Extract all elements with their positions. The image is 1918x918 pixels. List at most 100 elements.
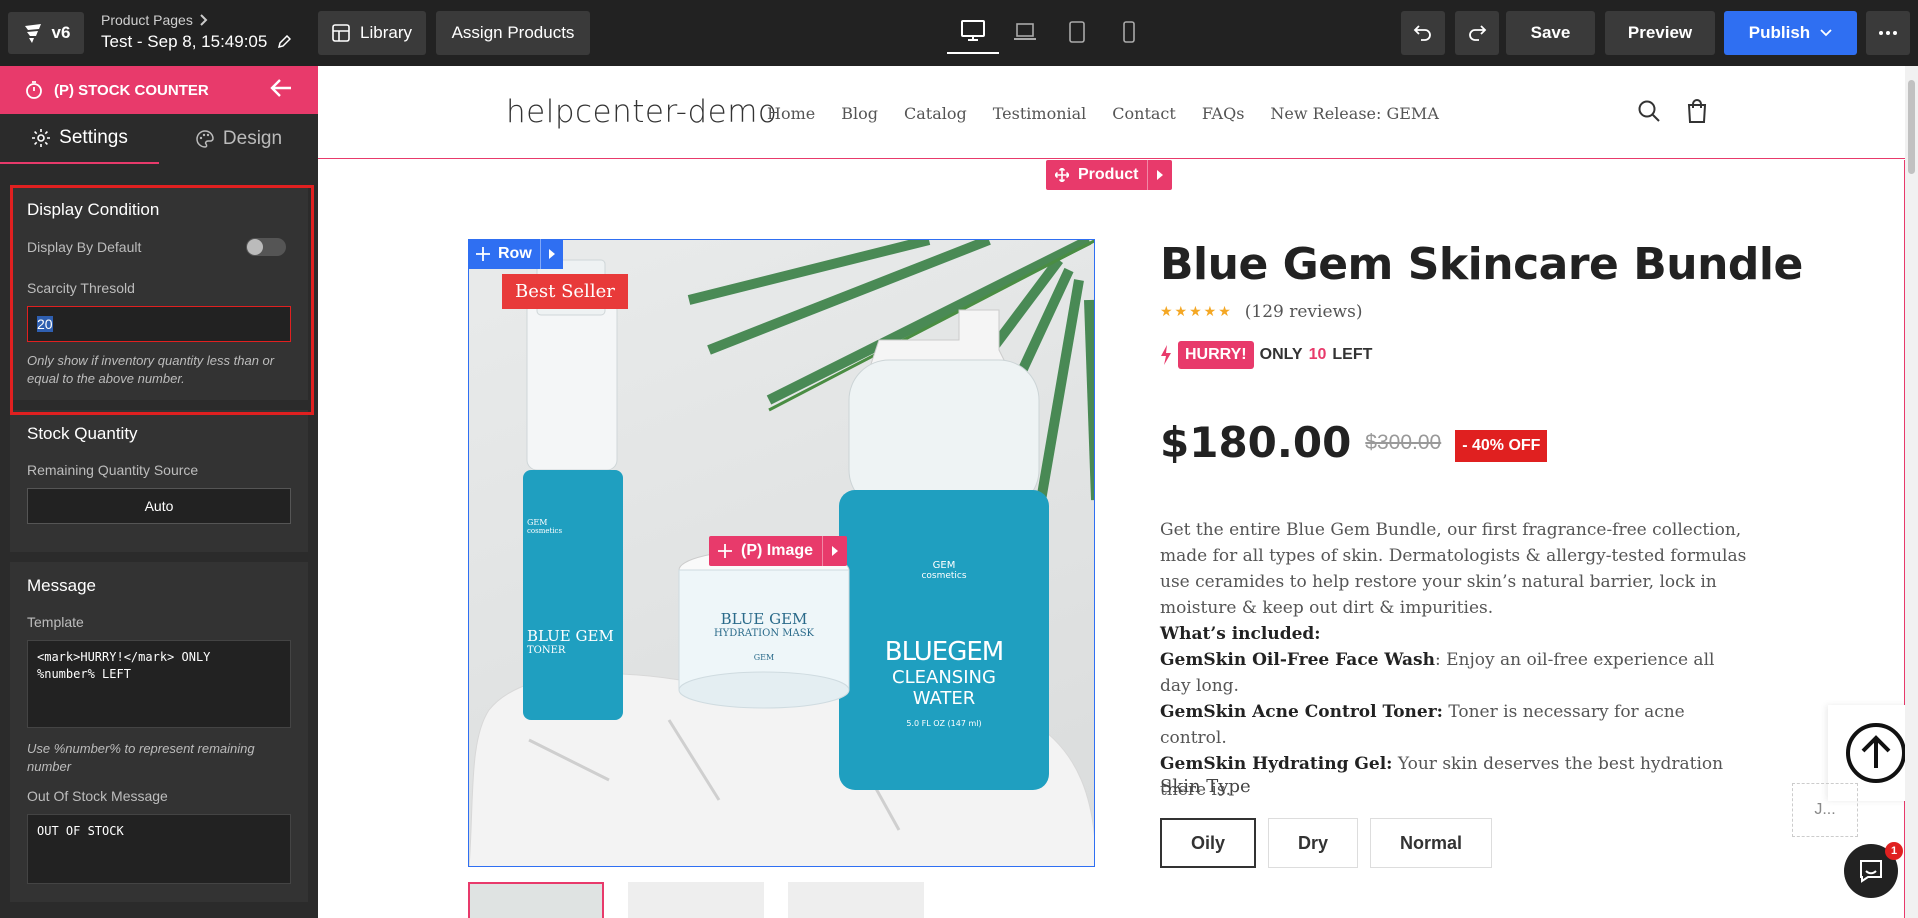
thumbnail-1[interactable] bbox=[468, 882, 604, 918]
product-title: Blue Gem Skincare Bundle bbox=[1160, 239, 1803, 290]
page-title: Test - Sep 8, 15:49:05 bbox=[101, 32, 268, 51]
thumbnail-strip bbox=[468, 882, 924, 918]
library-button[interactable]: Library bbox=[318, 11, 426, 55]
out-of-stock-textarea[interactable]: OUT OF STOCK bbox=[27, 814, 291, 884]
caret-right-icon bbox=[548, 249, 555, 259]
caret-right-icon bbox=[832, 546, 839, 556]
library-label: Library bbox=[360, 23, 412, 42]
nav-catalog[interactable]: Catalog bbox=[904, 104, 967, 123]
breadcrumb-product-pages[interactable]: Product Pages bbox=[101, 12, 193, 28]
template-textarea[interactable]: <mark>HURRY!</mark> ONLY %number% LEFT bbox=[27, 640, 291, 728]
element-settings-sidebar: (P) STOCK COUNTER Settings Design Displa… bbox=[0, 66, 318, 918]
site-nav: Home Blog Catalog Testimonial Contact FA… bbox=[767, 104, 1439, 123]
bottle-brand: GEM bbox=[932, 560, 956, 571]
included-item: GemSkin Oil-Free Face Wash: Enjoy an oil… bbox=[1160, 647, 1750, 699]
item-name: GemSkin Oil-Free Face Wash bbox=[1160, 650, 1435, 670]
pagefly-logo-icon bbox=[24, 24, 41, 43]
placeholder-widget[interactable]: J... bbox=[1792, 783, 1858, 837]
page-canvas: helpcenter-demo Home Blog Catalog Testim… bbox=[318, 66, 1918, 918]
stock-left-text: LEFT bbox=[1332, 346, 1373, 363]
thumbnail-3[interactable] bbox=[788, 882, 924, 918]
stock-counter[interactable]: HURRY! ONLY 10 LEFT bbox=[1160, 341, 1372, 369]
desktop-view-button[interactable] bbox=[947, 10, 999, 54]
site-logo[interactable]: helpcenter-demo bbox=[506, 94, 777, 130]
image-move-handle[interactable] bbox=[709, 536, 741, 566]
row-move-handle[interactable] bbox=[468, 247, 498, 261]
tab-design-label: Design bbox=[222, 128, 283, 149]
description-text: Get the entire Blue Gem Bundle, our firs… bbox=[1160, 520, 1747, 618]
display-default-toggle[interactable] bbox=[246, 238, 286, 256]
toner-brand-sub: cosmetics bbox=[527, 527, 563, 535]
item-name: GemSkin Hydrating Gel: bbox=[1160, 754, 1393, 774]
edit-pencil-icon[interactable] bbox=[277, 35, 292, 49]
laptop-view-button[interactable] bbox=[999, 10, 1051, 54]
item-name: GemSkin Acne Control Toner: bbox=[1160, 702, 1443, 722]
display-condition-title: Display Condition bbox=[27, 200, 160, 219]
skin-type-options: Oily Dry Normal bbox=[1160, 818, 1493, 868]
nav-home[interactable]: Home bbox=[767, 104, 815, 123]
quantity-source-label: Remaining Quantity Source bbox=[27, 462, 199, 478]
row-chip-label: Row bbox=[498, 245, 532, 262]
nav-contact[interactable]: Contact bbox=[1112, 104, 1176, 123]
toner-brand: GEM bbox=[527, 518, 548, 527]
nav-blog[interactable]: Blog bbox=[841, 104, 878, 123]
stock-count: 10 bbox=[1308, 346, 1327, 363]
product-rating: ★★★★★ (129 reviews) bbox=[1160, 302, 1362, 322]
best-seller-badge: Best Seller bbox=[502, 274, 628, 309]
threshold-input[interactable]: 20 bbox=[27, 306, 291, 342]
stock-only-text: ONLY bbox=[1259, 346, 1303, 363]
publish-button[interactable]: Publish bbox=[1724, 11, 1857, 55]
assign-products-button[interactable]: Assign Products bbox=[436, 11, 590, 55]
arrow-up-circle-icon bbox=[1846, 723, 1906, 783]
review-count[interactable]: (129 reviews) bbox=[1245, 302, 1363, 322]
product-description: Get the entire Blue Gem Bundle, our firs… bbox=[1160, 517, 1750, 803]
version-label: v6 bbox=[51, 23, 71, 42]
lightning-icon bbox=[1161, 345, 1171, 365]
save-button[interactable]: Save bbox=[1506, 11, 1595, 55]
bottle-name: BLUEGEM bbox=[884, 637, 1005, 667]
nav-new-release[interactable]: New Release: GEMA bbox=[1270, 104, 1438, 123]
stock-quantity-title: Stock Quantity bbox=[27, 424, 138, 443]
image-chip-arrow[interactable] bbox=[822, 536, 847, 566]
laptop-icon bbox=[1014, 23, 1036, 40]
preview-button[interactable]: Preview bbox=[1605, 11, 1715, 55]
nav-testimonial[interactable]: Testimonial bbox=[993, 104, 1087, 123]
canvas-scrollbar[interactable] bbox=[1905, 66, 1918, 918]
threshold-value: 20 bbox=[37, 316, 53, 332]
more-horizontal-icon bbox=[1879, 31, 1897, 35]
message-title: Message bbox=[27, 576, 96, 595]
undo-button[interactable] bbox=[1401, 11, 1445, 55]
desktop-icon bbox=[961, 20, 985, 41]
cart-icon[interactable] bbox=[1685, 98, 1709, 124]
chevron-right-icon bbox=[200, 14, 208, 26]
skin-option-dry[interactable]: Dry bbox=[1268, 818, 1359, 868]
tablet-view-button[interactable] bbox=[1051, 10, 1103, 54]
threshold-hint: Only show if inventory quantity less tha… bbox=[27, 353, 275, 386]
display-default-label: Display By Default bbox=[27, 239, 142, 255]
back-arrow-icon[interactable] bbox=[270, 78, 292, 98]
mobile-icon bbox=[1123, 21, 1135, 43]
nav-faqs[interactable]: FAQs bbox=[1202, 104, 1245, 123]
quantity-source-value: Auto bbox=[144, 498, 174, 514]
row-chip-arrow[interactable] bbox=[539, 239, 563, 269]
skin-option-normal[interactable]: Normal bbox=[1370, 818, 1493, 868]
preview-label: Preview bbox=[1627, 23, 1693, 42]
more-options-button[interactable] bbox=[1866, 11, 1910, 55]
app-menu-button[interactable]: v6 bbox=[8, 12, 84, 54]
redo-button[interactable] bbox=[1455, 11, 1499, 55]
thumbnail-2[interactable] bbox=[628, 882, 764, 918]
grid-icon bbox=[332, 24, 350, 42]
tab-design[interactable]: Design bbox=[159, 114, 318, 164]
compare-price: $300.00 bbox=[1365, 430, 1442, 454]
top-bar: v6 Product Pages Test - Sep 8, 15:49:05 … bbox=[0, 0, 1918, 66]
image-element-chip[interactable]: (P) Image bbox=[709, 536, 848, 566]
tab-settings[interactable]: Settings bbox=[0, 114, 159, 164]
scrollbar-thumb[interactable] bbox=[1908, 80, 1915, 174]
skin-option-oily[interactable]: Oily bbox=[1160, 818, 1257, 868]
redo-icon bbox=[1469, 25, 1487, 41]
quantity-source-select[interactable]: Auto bbox=[27, 488, 291, 524]
search-icon[interactable] bbox=[1637, 99, 1661, 123]
row-chip[interactable]: Row bbox=[468, 239, 563, 269]
mobile-view-button[interactable] bbox=[1103, 10, 1155, 54]
bottle-sub1: CLEANSING bbox=[892, 667, 996, 688]
